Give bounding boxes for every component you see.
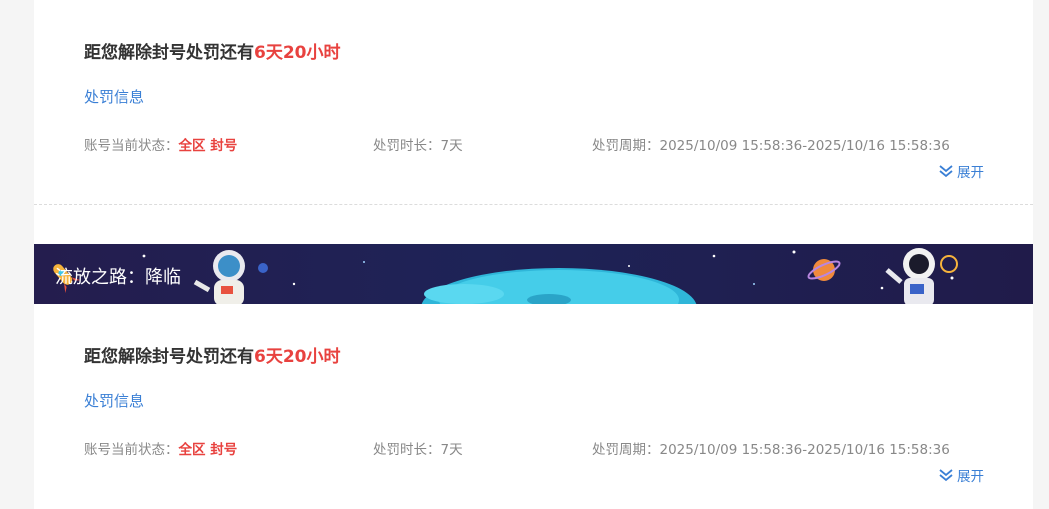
penalty-info-link[interactable]: 处罚信息 xyxy=(84,86,144,107)
penalty-duration: 处罚时长：7天 xyxy=(373,138,463,154)
space-illustration xyxy=(53,248,958,304)
penalty-title-text: 距您解除封号处罚还有 xyxy=(84,347,254,367)
penalty-title-text: 距您解除封号处罚还有 xyxy=(84,43,254,63)
penalty-duration: 处罚时长：7天 xyxy=(373,442,463,458)
remaining-time: 6天20小时 xyxy=(254,347,341,367)
double-chevron-down-icon xyxy=(939,469,953,482)
penalty-card: 距您解除封号处罚还有6天20小时 处罚信息 账号当前状态：全区 封号 处罚时长：… xyxy=(34,304,1033,509)
penalty-title: 距您解除封号处罚还有6天20小时 xyxy=(84,38,341,63)
game-banner[interactable]: 流放之路：降临 xyxy=(34,244,1033,304)
account-status: 账号当前状态：全区 封号 xyxy=(84,438,237,458)
account-status: 账号当前状态：全区 封号 xyxy=(84,134,237,154)
page-container: 距您解除封号处罚还有6天20小时 处罚信息 账号当前状态：全区 封号 处罚时长：… xyxy=(34,0,1033,509)
expand-label: 展开 xyxy=(957,165,984,181)
penalty-card: 距您解除封号处罚还有6天20小时 处罚信息 账号当前状态：全区 封号 处罚时长：… xyxy=(34,0,1033,205)
account-status-label: 账号当前状态： xyxy=(84,138,179,154)
double-chevron-down-icon xyxy=(939,165,953,178)
account-status-value: 全区 封号 xyxy=(178,442,238,458)
expand-button[interactable]: 展开 xyxy=(938,465,984,485)
penalty-period: 处罚周期：2025/10/09 15:58:36-2025/10/16 15:5… xyxy=(592,138,950,154)
account-status-value: 全区 封号 xyxy=(178,138,238,154)
banner-title: 流放之路：降临 xyxy=(55,267,181,288)
account-status-label: 账号当前状态： xyxy=(84,442,179,458)
penalty-period: 处罚周期：2025/10/09 15:58:36-2025/10/16 15:5… xyxy=(592,442,950,458)
expand-button[interactable]: 展开 xyxy=(938,161,984,181)
penalty-info-link[interactable]: 处罚信息 xyxy=(84,390,144,411)
expand-label: 展开 xyxy=(957,469,984,485)
remaining-time: 6天20小时 xyxy=(254,43,341,63)
penalty-title: 距您解除封号处罚还有6天20小时 xyxy=(84,342,341,367)
